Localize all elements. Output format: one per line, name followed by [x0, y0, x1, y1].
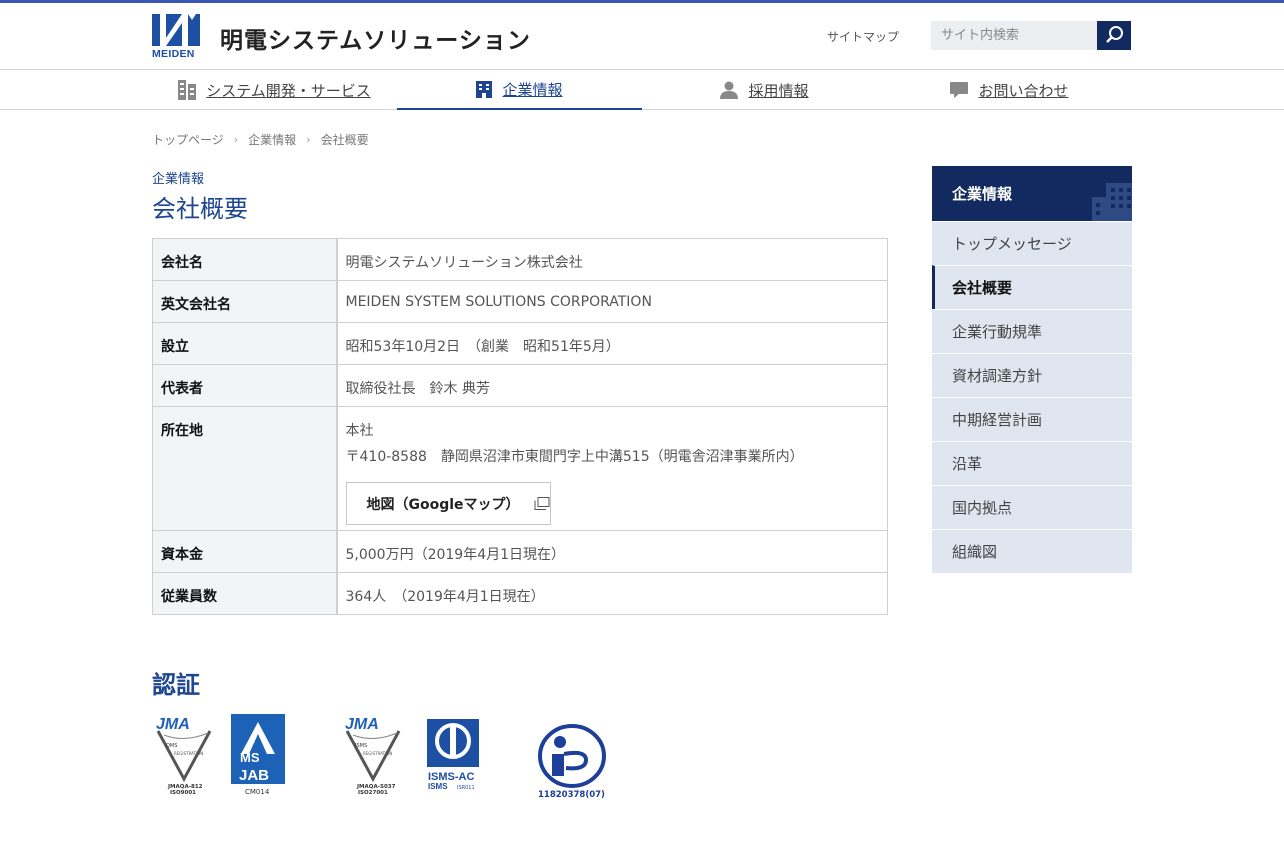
gnav-item-recruit[interactable]: 採用情報 — [642, 70, 887, 110]
map-button-label: 地図（Googleマップ） — [366, 496, 520, 513]
svg-text:REGISTRATION: REGISTRATION — [363, 751, 392, 756]
sidebar-nav: 企業情報 トップメッセージ 会社概要 企業行動規準 資材調達方針 中期経営計画 … — [932, 166, 1132, 573]
svg-text:JMA: JMA — [345, 716, 379, 733]
site-header: MEIDEN 明電システムソリューション サイトマップ — [0, 3, 1284, 70]
row-value: 364人 （2019年4月1日現在） — [336, 572, 888, 615]
gnav-label: システム開発・サービス — [206, 81, 371, 100]
svg-text:ISO27001: ISO27001 — [358, 790, 388, 796]
row-label: 英文会社名 — [152, 280, 338, 323]
chevron-right-icon: › — [233, 133, 239, 146]
gnav-label: 企業情報 — [502, 80, 563, 99]
speech-bubble-icon — [950, 82, 969, 98]
page-title: 会社概要 — [152, 195, 248, 223]
sidebar-item-procurement[interactable]: 資材調達方針 — [932, 353, 1132, 397]
jma-qms-logo: JMA QMS REGISTRATION JMAQA-812 ISO9001 — [156, 716, 212, 796]
sidebar-item-locations[interactable]: 国内拠点 — [932, 485, 1132, 529]
jma-isms-logo: JMA ISMS REGISTRATION JMAQA-S037 ISO2700… — [345, 716, 401, 796]
search-button[interactable] — [1097, 21, 1131, 50]
table-row: 資本金 5,000万円（2019年4月1日現在） — [152, 530, 888, 573]
row-value: 取締役社長 鈴木 典芳 — [336, 364, 888, 407]
gnav-item-company[interactable]: 企業情報 — [397, 70, 642, 110]
table-row: 会社名 明電システムソリューション株式会社 — [152, 238, 888, 281]
chevron-right-icon: › — [306, 133, 311, 146]
sidebar-heading-label: 企業情報 — [952, 185, 1013, 203]
table-row: 代表者 取締役社長 鈴木 典芳 — [152, 364, 888, 407]
breadcrumb-home[interactable]: トップページ — [152, 131, 224, 148]
gnav-label: 採用情報 — [748, 81, 809, 100]
svg-text:REGISTRATION: REGISTRATION — [174, 751, 203, 756]
sitemap-link[interactable]: サイトマップ — [827, 28, 899, 45]
row-label: 資本金 — [152, 530, 338, 573]
logo-wordmark: MEIDEN — [152, 48, 195, 60]
svg-text:ISO9001: ISO9001 — [170, 790, 196, 796]
address-text: 〒410-8588 静岡県沼津市東間門字上中溝515（明電舎沼津事業所内） — [345, 449, 804, 465]
breadcrumb: トップページ › 企業情報 › 会社概要 — [152, 131, 369, 148]
row-value: 5,000万円（2019年4月1日現在） — [336, 530, 888, 573]
sidebar-heading: 企業情報 — [932, 166, 1132, 221]
svg-text:MS: MS — [240, 750, 260, 765]
svg-text:JMA: JMA — [156, 716, 190, 733]
row-value: 昭和53年10月2日 （創業 昭和51年5月） — [336, 322, 888, 365]
svg-text:JAB: JAB — [239, 767, 269, 784]
document-stack-icon — [178, 80, 197, 100]
ms-jab-logo: MS JAB CM014 — [231, 714, 285, 796]
sidebar-item-org-chart[interactable]: 組織図 — [932, 529, 1132, 573]
svg-text:QMS: QMS — [166, 743, 177, 749]
svg-text:11820378(07): 11820378(07) — [538, 790, 605, 800]
global-nav: システム開発・サービス 企業情報 採用情報 お問い合わせ — [0, 70, 1284, 110]
certification-title: 認証 — [152, 671, 200, 699]
row-label: 従業員数 — [152, 572, 338, 615]
privacy-mark-logo: 11820378(07) — [538, 724, 606, 800]
gnav-item-services[interactable]: システム開発・サービス — [152, 70, 397, 110]
row-label: 設立 — [152, 322, 338, 365]
svg-text:ISMS: ISMS — [428, 782, 448, 791]
table-row: 設立 昭和53年10月2日 （創業 昭和51年5月） — [152, 322, 888, 365]
page-category: 企業情報 — [152, 172, 205, 187]
row-value: 明電システムソリューション株式会社 — [336, 238, 888, 281]
table-row: 所在地 本社 〒410-8588 静岡県沼津市東間門字上中溝515（明電舎沼津事… — [152, 406, 888, 531]
gnav-item-contact[interactable]: お問い合わせ — [887, 70, 1132, 110]
breadcrumb-company[interactable]: 企業情報 — [248, 131, 296, 148]
sidebar-item-company-profile[interactable]: 会社概要 — [932, 265, 1132, 309]
table-row: 英文会社名 MEIDEN SYSTEM SOLUTIONS CORPORATIO… — [152, 280, 888, 323]
table-row: 従業員数 364人 （2019年4月1日現在） — [152, 572, 888, 615]
breadcrumb-current: 会社概要 — [320, 133, 369, 147]
building-icon — [1092, 183, 1132, 221]
address-office: 本社 — [345, 423, 374, 439]
sidebar-item-mid-term-plan[interactable]: 中期経営計画 — [932, 397, 1132, 441]
search-input[interactable] — [931, 21, 1097, 50]
search-icon — [1106, 26, 1123, 43]
svg-text:ISMS: ISMS — [355, 743, 367, 749]
svg-text:ISR011: ISR011 — [457, 785, 475, 791]
sidebar-item-top-message[interactable]: トップメッセージ — [932, 221, 1132, 265]
row-label: 会社名 — [152, 238, 338, 281]
building-icon — [476, 80, 493, 98]
row-value: 本社 〒410-8588 静岡県沼津市東間門字上中溝515（明電舎沼津事業所内）… — [336, 406, 888, 531]
svg-text:CM014: CM014 — [245, 788, 270, 796]
sidebar-item-history[interactable]: 沿革 — [932, 441, 1132, 485]
sidebar-item-code-of-conduct[interactable]: 企業行動規準 — [932, 309, 1132, 353]
person-icon — [720, 81, 739, 99]
row-value: MEIDEN SYSTEM SOLUTIONS CORPORATION — [336, 280, 888, 323]
external-link-icon — [534, 497, 550, 510]
row-label: 代表者 — [152, 364, 338, 407]
google-map-button[interactable]: 地図（Googleマップ） — [345, 482, 551, 525]
company-name: 明電システムソリューション — [220, 28, 531, 54]
gnav-label: お問い合わせ — [978, 81, 1069, 100]
isms-ac-logo: ISMS-AC ISMS ISR011 — [427, 719, 479, 791]
company-info-table: 会社名 明電システムソリューション株式会社 英文会社名 MEIDEN SYSTE… — [152, 238, 888, 615]
row-label: 所在地 — [152, 406, 338, 531]
